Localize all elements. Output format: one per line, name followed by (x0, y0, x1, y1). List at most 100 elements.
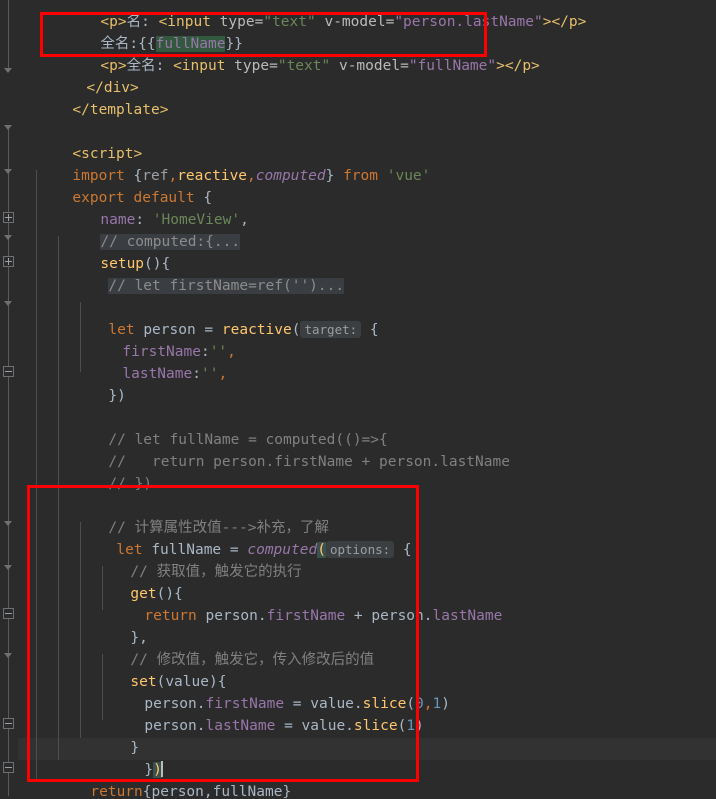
code-line-37[interactable]: } (24, 781, 85, 799)
code-line-18[interactable]: }) (56, 363, 125, 404)
code-line-17[interactable]: lastName:'', (70, 341, 227, 382)
tok-comment: // return person.firstName + person.last… (108, 454, 510, 470)
code-line-15[interactable]: let person = reactive(target: { (56, 297, 379, 338)
tok-tag-close: </p> (551, 14, 587, 30)
fold-marker-get-expanded[interactable] (3, 608, 14, 619)
fold-marker-firstname-collapsed[interactable] (3, 256, 14, 267)
code-line-7[interactable]: <script> (20, 121, 142, 162)
tok-bracket-match-open: ( (317, 542, 326, 558)
inlay-hint-options: options: (325, 541, 395, 558)
fold-arrow-set[interactable] (4, 653, 12, 658)
tok-obj-open: { (361, 322, 379, 338)
tok-input-tag: <input (173, 58, 226, 74)
tok-tag-close: </p> (504, 58, 540, 74)
code-line-21[interactable]: // return person.firstName + person.last… (56, 429, 510, 470)
fold-region-line-script (8, 126, 9, 796)
tok-val-lastname: "person.lastName" (394, 14, 543, 30)
tok-paren-close: ) (415, 718, 424, 734)
tok-num-1: 1 (406, 718, 416, 734)
folded-region-firstname[interactable]: // let firstName=ref('')... (108, 278, 345, 294)
tok-comma: , (227, 344, 236, 360)
code-line-5[interactable]: </template> (20, 77, 168, 118)
code-line-28[interactable]: return person.firstName + person.lastNam… (92, 583, 502, 624)
fold-arrow-computed-block[interactable] (4, 521, 12, 526)
tok-num-1: 1 (432, 696, 442, 712)
code-line-4[interactable]: </div> (34, 55, 138, 96)
code-line-25[interactable]: let fullName = computed(options: { (64, 517, 412, 558)
code-line-13[interactable]: // let firstName=ref('')... (56, 253, 345, 294)
code-content[interactable]: <p>名: <input type="text" v-model="person… (18, 0, 716, 799)
tok-val-fullname: "fullName" (408, 58, 497, 74)
tok-import-computed: computed (255, 168, 326, 184)
tok-kw-return: return (144, 608, 197, 624)
tok-template-close: </template> (72, 102, 169, 118)
code-line-9[interactable]: export default { (20, 165, 212, 206)
tok-obj-person: person. (144, 718, 206, 734)
tok-comma: , (218, 366, 228, 382)
tok-val-text: "text" (263, 14, 316, 30)
code-line-36[interactable]: return{person,fullName} (38, 759, 291, 799)
fold-marker-set-expanded[interactable] (3, 718, 14, 729)
tok-prop-firstname: firstName (266, 608, 346, 624)
fold-marker-setup-end[interactable] (3, 762, 14, 773)
code-editor[interactable]: <p>名: <input type="text" v-model="person… (0, 0, 716, 799)
tok-colon: : (192, 366, 201, 382)
tok-attr-vmodel: v-model= (315, 14, 395, 30)
code-line-24[interactable]: // 计算属性改值--->补充，了解 (56, 495, 329, 536)
tok-kw-from: from (343, 168, 378, 184)
code-line-35[interactable]: }) (92, 737, 163, 778)
tok-assign-value: = value. (275, 718, 354, 734)
tok-prop-lastname: lastName (205, 718, 276, 734)
fold-gutter[interactable] (0, 0, 18, 799)
tok-comma: , (240, 212, 249, 228)
tok-gt: > (496, 58, 505, 74)
code-line-20[interactable]: // let fullName = computed(()=>{ (56, 407, 387, 448)
code-line-29[interactable]: }, (78, 605, 147, 646)
code-line-22[interactable]: // }) (56, 451, 152, 492)
tok-paren-open: ( (397, 718, 407, 734)
tok-close-reactive: }) (108, 388, 126, 404)
tok-return-obj: {person,fullName} (142, 784, 292, 799)
tok-comment: // }) (108, 476, 153, 492)
fold-arrow-setup[interactable] (4, 235, 12, 240)
fold-arrow-get[interactable] (4, 565, 12, 570)
inlay-hint-target: target: (300, 321, 362, 338)
tok-module-vue: 'vue' (378, 168, 431, 184)
code-line-31[interactable]: set(value){ (78, 649, 226, 690)
code-line-10[interactable]: name: 'HomeView', (48, 187, 248, 228)
tok-empty-string: '' (200, 366, 219, 382)
tok-obj-open: { (394, 542, 412, 558)
code-line-27[interactable]: get(){ (78, 561, 182, 602)
fold-region-line-template (8, 0, 9, 70)
tok-comma: , (423, 696, 433, 712)
tok-brace-close: } (325, 168, 344, 184)
code-line-11[interactable]: // computed:{... (48, 209, 241, 250)
tok-comma2: , (247, 168, 256, 184)
tok-key-lastname: lastName (122, 366, 193, 382)
fold-arrow-template-close[interactable] (4, 68, 12, 73)
code-line-1[interactable]: <p>名: <input type="text" v-model="person… (48, 0, 586, 30)
tok-attr-type: type= (225, 58, 278, 74)
fold-marker-computed-collapsed[interactable] (3, 212, 14, 223)
code-line-12[interactable]: setup(){ (48, 231, 170, 272)
tok-fn-slice: slice (353, 718, 398, 734)
fold-arrow-export-default[interactable] (4, 169, 12, 174)
code-line-8[interactable]: import {ref,reactive,computed} from 'vue… (20, 143, 430, 184)
tok-prop-lastname: lastName (432, 608, 503, 624)
tok-paren-close: ) (441, 696, 450, 712)
code-line-2[interactable]: 全名:{{fullName}} (48, 11, 243, 52)
tok-plus-person: + person. (345, 608, 433, 624)
code-line-32[interactable]: person.firstName = value.slice(0,1) (92, 671, 450, 712)
code-line-16[interactable]: firstName:'', (70, 319, 236, 360)
code-line-3[interactable]: <p>全名: <input type="text" v-model="fullN… (48, 33, 539, 74)
tok-obj-person: person. (196, 608, 267, 624)
fold-arrow-script[interactable] (4, 125, 12, 130)
code-line-34[interactable]: } (78, 715, 139, 756)
code-line-26[interactable]: // 获取值，触发它的执行 (78, 539, 301, 580)
code-line-33[interactable]: person.lastName = value.slice(1) (92, 693, 423, 734)
tok-attr-vmodel: v-model= (330, 58, 409, 74)
fold-arrow-reactive[interactable] (4, 301, 12, 306)
tok-kw-return: return (90, 784, 143, 799)
fold-marker-reactive-expanded[interactable] (3, 366, 14, 377)
code-line-30[interactable]: // 修改值，触发它，传入修改后的值 (78, 627, 374, 668)
